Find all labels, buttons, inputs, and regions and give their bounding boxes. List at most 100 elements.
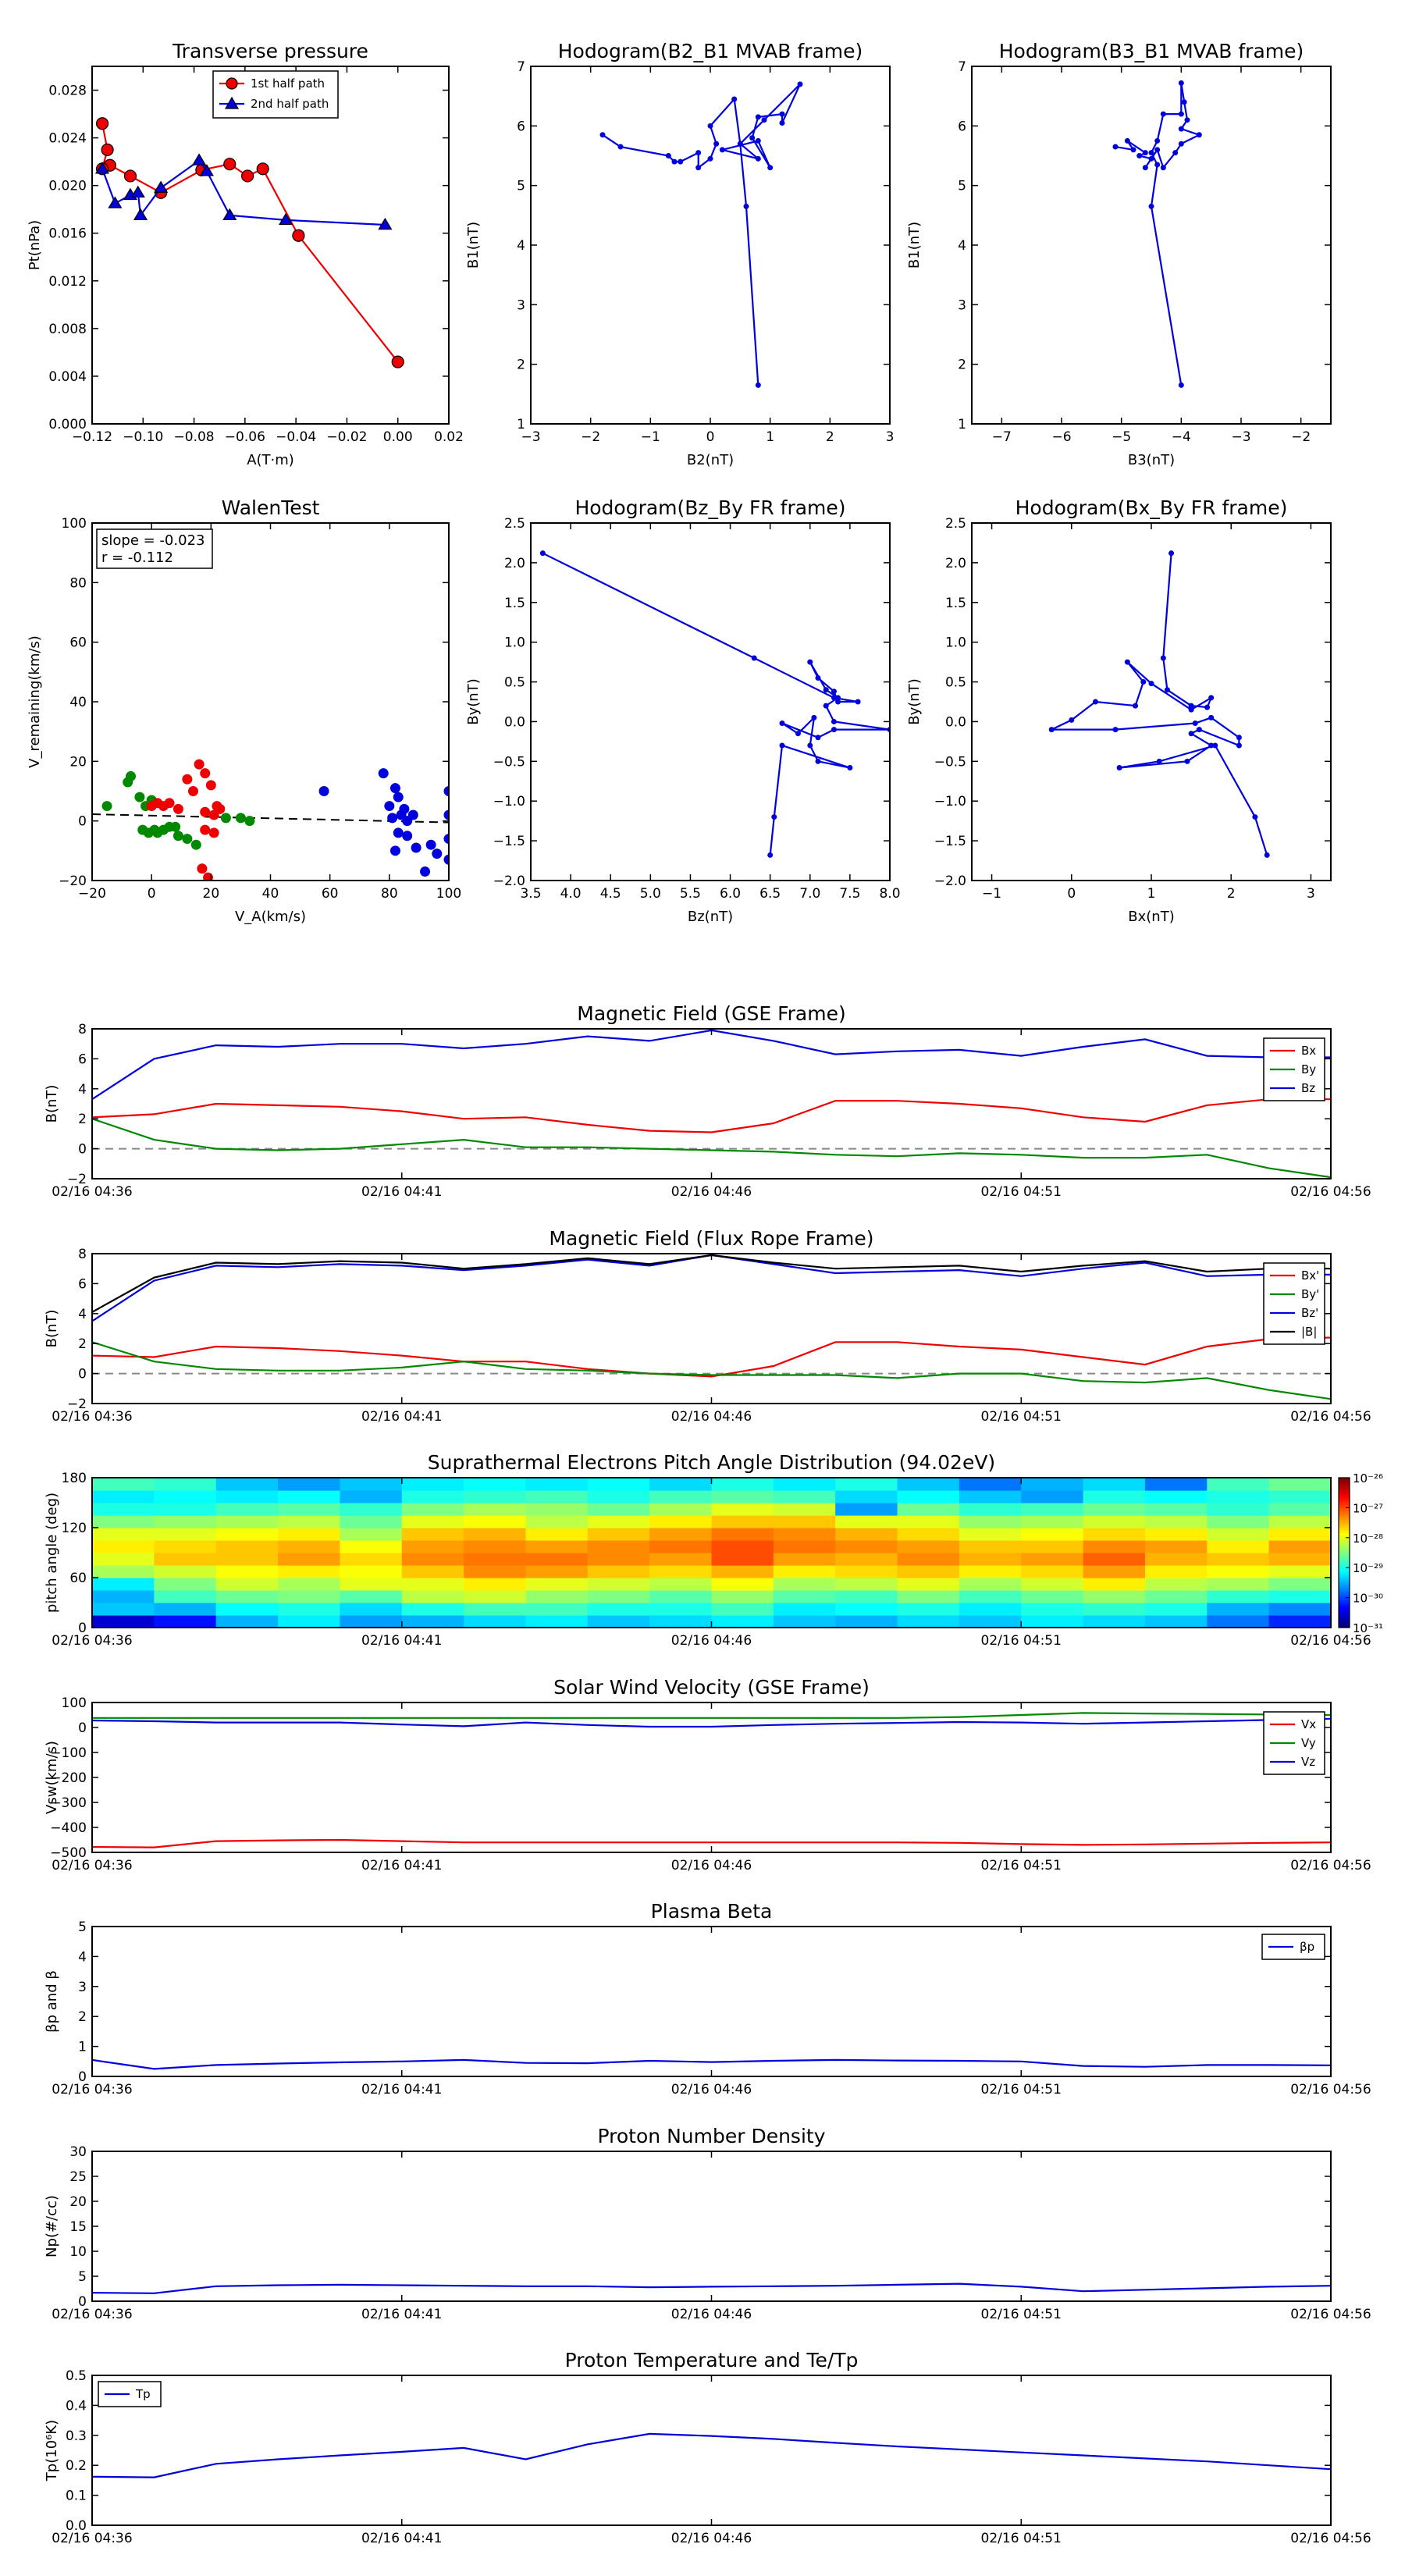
heatmap-cell xyxy=(773,1565,836,1578)
data-point xyxy=(755,155,761,162)
y-tick-label: 60 xyxy=(69,1571,87,1586)
x-tick-label: −4 xyxy=(1172,429,1191,445)
colorbar-label: 10⁻²⁸ xyxy=(1353,1532,1383,1546)
heatmap-cell xyxy=(835,1540,898,1553)
heatmap-cell xyxy=(1268,1553,1332,1566)
heatmap-cell xyxy=(959,1565,1022,1578)
heatmap-cell xyxy=(92,1515,155,1528)
data-point xyxy=(1178,126,1184,132)
heatmap-cell xyxy=(711,1615,774,1628)
heatmap-cell xyxy=(959,1578,1022,1591)
series-line-tp-0 xyxy=(101,123,399,363)
heatmap-cell xyxy=(835,1478,898,1491)
series-line-sw-2 xyxy=(92,1717,1331,1728)
data-point xyxy=(831,727,837,733)
heatmap-cell xyxy=(587,1490,650,1503)
x-tick-label: 02/16 04:51 xyxy=(981,2082,1062,2097)
data-point xyxy=(205,780,216,791)
heatmap-cell xyxy=(215,1565,279,1578)
heatmap-cell xyxy=(401,1503,464,1516)
heatmap-cell xyxy=(1083,1615,1146,1628)
y-tick-label: 2 xyxy=(78,1112,87,1127)
y-tick-label: 2.5 xyxy=(504,516,525,532)
heatmap-cell xyxy=(1021,1490,1084,1503)
panel-title: Proton Number Density xyxy=(598,2125,826,2147)
data-point xyxy=(223,158,237,171)
x-tick-label: 7.0 xyxy=(799,886,820,902)
heatmap-cell xyxy=(959,1615,1022,1628)
heatmap-cell xyxy=(897,1578,960,1591)
panel-tp: −0.12 −0.10 −0.08 −0.06 −0.04 −0.02 0.00 0.020.… xyxy=(27,40,464,468)
data-point xyxy=(1178,111,1184,117)
y-tick-label: 7 xyxy=(517,59,525,75)
heatmap-cell xyxy=(464,1515,527,1528)
heatmap-cell xyxy=(1083,1490,1146,1503)
x-tick-label: 02/16 04:36 xyxy=(52,1184,132,1200)
heatmap-cell xyxy=(401,1590,464,1603)
y-tick-label: 2.0 xyxy=(504,556,525,571)
data-point xyxy=(1188,731,1194,737)
series-line-np-0 xyxy=(92,2282,1331,2294)
y-tick-label: 0 xyxy=(78,1621,87,1636)
y-tick-label: −1.0 xyxy=(934,794,966,809)
heatmap-cell xyxy=(897,1503,960,1516)
heatmap-cell xyxy=(340,1478,403,1491)
data-point xyxy=(1142,150,1148,156)
plot-area xyxy=(92,2432,1331,2478)
heatmap-cell xyxy=(587,1503,650,1516)
heatmap-cell xyxy=(1144,1503,1208,1516)
data-point xyxy=(831,718,837,724)
data-point xyxy=(256,162,269,176)
heatmap-cell xyxy=(525,1615,589,1628)
heatmap-cell xyxy=(464,1553,527,1566)
data-point xyxy=(1208,695,1215,701)
heatmap-cell xyxy=(835,1615,898,1628)
heatmap-cell xyxy=(1144,1540,1208,1553)
data-point xyxy=(1112,144,1119,150)
data-point xyxy=(432,849,443,859)
heatmap-cell xyxy=(464,1528,527,1541)
data-point xyxy=(1178,382,1184,388)
legend-label: Vy xyxy=(1301,1736,1316,1750)
heatmap-cell xyxy=(1207,1578,1270,1591)
heatmap-cell xyxy=(340,1590,403,1603)
heatmap-cell xyxy=(278,1528,340,1541)
heatmap-cell xyxy=(897,1603,960,1616)
heatmap-cell xyxy=(464,1478,527,1491)
y-tick-label: 0.020 xyxy=(48,179,87,194)
legend-label: Bz xyxy=(1301,1081,1315,1095)
y-tick-label: −500 xyxy=(50,1845,87,1861)
heatmap-cell xyxy=(464,1603,527,1616)
y-tick-label: 0.5 xyxy=(504,675,525,691)
heatmap-cell xyxy=(1021,1478,1084,1491)
legend-label: |B| xyxy=(1301,1325,1317,1339)
heatmap-cell xyxy=(1268,1528,1332,1541)
y-tick-label: 1 xyxy=(78,2040,87,2055)
data-point xyxy=(235,813,246,824)
x-tick-label: 02/16 04:51 xyxy=(981,1633,1062,1649)
x-axis-label: B2(nT) xyxy=(687,452,734,468)
data-point xyxy=(755,137,761,144)
heatmap-cell xyxy=(1268,1565,1332,1578)
axes-frame xyxy=(91,1926,1332,2077)
y-tick-label: 15 xyxy=(69,2219,87,2235)
series-line-beta-0 xyxy=(92,2058,1331,2070)
x-tick-label: 0.00 xyxy=(383,429,413,445)
heatmap-cell xyxy=(154,1503,217,1516)
data-point xyxy=(617,144,624,150)
data-point xyxy=(671,158,678,165)
heatmap-cell xyxy=(959,1515,1022,1528)
heatmap-cell xyxy=(897,1590,960,1603)
data-point xyxy=(220,813,231,824)
heatmap-cell xyxy=(1144,1553,1208,1566)
heatmap-cell xyxy=(92,1478,155,1491)
heatmap-cell xyxy=(1021,1578,1084,1591)
y-tick-label: −1.5 xyxy=(493,834,525,849)
heatmap-cell xyxy=(773,1528,836,1541)
y-tick-label: 0 xyxy=(78,1367,87,1382)
heatmap-cell xyxy=(1021,1528,1084,1541)
panel-beta: 02/16 04:36 02/16 04:41 02/16 04:46 02/16 0… xyxy=(44,1900,1371,2097)
heatmap-cell xyxy=(587,1553,650,1566)
heatmap-cell xyxy=(711,1603,774,1616)
data-point xyxy=(1154,147,1161,153)
